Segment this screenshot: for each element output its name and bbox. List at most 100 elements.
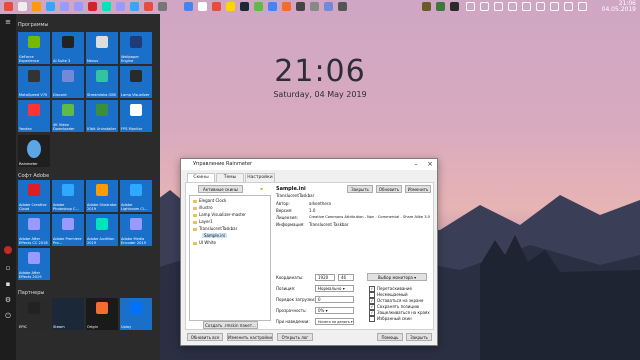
skin-refresh-button[interactable]: Обновить xyxy=(376,185,402,193)
illustrator-icon[interactable] xyxy=(32,2,41,11)
start-tile[interactable]: Adobe Creative Cloud xyxy=(18,180,50,212)
app-icon[interactable] xyxy=(18,2,27,11)
start-tile[interactable]: Uplay xyxy=(120,298,152,330)
document-icon[interactable]: ▫ xyxy=(4,264,12,272)
app-icon[interactable] xyxy=(338,2,347,11)
start-tile[interactable]: Streamlabs OBS xyxy=(86,66,118,98)
app-icon[interactable] xyxy=(158,2,167,11)
start-tile[interactable]: Yandex xyxy=(18,100,50,132)
help-button[interactable]: Помощь xyxy=(377,333,403,341)
avatar[interactable] xyxy=(4,246,12,254)
volume-icon[interactable] xyxy=(564,2,573,11)
skin-edit-button[interactable]: Изменить xyxy=(405,185,431,193)
start-tile[interactable]: IObit Uninstaller xyxy=(86,100,118,132)
skin-close-button[interactable]: Закрыть xyxy=(347,185,373,193)
window-titlebar[interactable]: Управление Rainmeter – × xyxy=(181,159,437,170)
tray-icon[interactable] xyxy=(494,2,503,11)
app-icon[interactable] xyxy=(4,2,13,11)
network-icon[interactable] xyxy=(550,2,559,11)
picture-icon[interactable]: ▪ xyxy=(4,280,12,288)
app-icon[interactable] xyxy=(296,2,305,11)
app-icon[interactable] xyxy=(310,2,319,11)
folder-icon[interactable]: ▰ xyxy=(260,186,263,191)
language-icon[interactable] xyxy=(578,2,587,11)
tray-app-icon[interactable] xyxy=(422,2,431,11)
start-tile[interactable]: Adobe Photoshop C... xyxy=(52,180,84,212)
create-rmskin-button[interactable]: Создать .rmskin пакет... xyxy=(203,321,258,329)
tree-item[interactable]: Layer1 xyxy=(193,219,213,224)
active-skins-dropdown[interactable]: Активные скины xyxy=(198,185,243,193)
audition-icon[interactable] xyxy=(102,2,111,11)
monitor-select-button[interactable]: Выбор монитора ▾ xyxy=(367,273,427,281)
app-icon[interactable] xyxy=(226,2,235,11)
discord-icon[interactable] xyxy=(324,2,333,11)
tray-clock[interactable]: 21:06 04.05.2019 xyxy=(602,1,636,13)
tray-icon[interactable] xyxy=(508,2,517,11)
premiere-icon[interactable] xyxy=(74,2,83,11)
start-tile[interactable]: 4K Video Downloader xyxy=(52,100,84,132)
coord-x-input[interactable]: 1920 xyxy=(315,274,335,281)
transparency-select[interactable]: 0% ▾ xyxy=(315,307,354,314)
start-tile[interactable]: MotoSpeed V70 xyxy=(18,66,50,98)
tree-item[interactable]: Lamp Visualizer-master xyxy=(193,212,246,217)
start-tile[interactable]: FPS Monitor xyxy=(120,100,152,132)
tray-icon[interactable] xyxy=(536,2,545,11)
refresh-all-button[interactable]: Обновить все xyxy=(187,333,223,341)
adobe-icon[interactable] xyxy=(88,2,97,11)
coord-y-input[interactable]: 46 xyxy=(338,274,354,281)
start-tile[interactable]: Adobe Premiere Pro... xyxy=(52,214,84,246)
tray-icon[interactable] xyxy=(522,2,531,11)
start-tile[interactable]: Adobe Audition 2019 xyxy=(86,214,118,246)
start-tile[interactable]: Adobe Lightroom Cl... xyxy=(120,180,152,212)
chrome-icon[interactable] xyxy=(184,2,193,11)
start-tile[interactable]: Adobe Media Encoder 2019 xyxy=(120,214,152,246)
on-hover-select[interactable]: Ничего не делать ▾ xyxy=(315,318,354,325)
tray-app-icon[interactable] xyxy=(450,2,459,11)
power-icon[interactable]: ⏻ xyxy=(4,312,12,320)
start-tile[interactable]: Steam xyxy=(52,298,84,330)
after-effects-icon[interactable] xyxy=(60,2,69,11)
start-tile[interactable]: Adobe Illustrator 2019 xyxy=(86,180,118,212)
start-tile[interactable]: EPIC xyxy=(18,298,50,330)
start-tile[interactable]: Rainmeter xyxy=(18,135,50,167)
tree-item[interactable]: illustro xyxy=(193,205,213,210)
position-select[interactable]: Нормально ▾ xyxy=(315,285,354,292)
photoshop-icon[interactable] xyxy=(46,2,55,11)
tray-icon[interactable] xyxy=(480,2,489,11)
open-log-button[interactable]: Открыть лог xyxy=(277,333,313,341)
tree-item[interactable]: UI White xyxy=(193,240,216,245)
tray-app-icon[interactable] xyxy=(436,2,445,11)
close-window-button[interactable]: Закрыть xyxy=(406,333,432,341)
start-tile[interactable]: Lamp Visualizer xyxy=(120,66,152,98)
tile-label: MotoSpeed V70 xyxy=(19,93,48,97)
steam-icon[interactable] xyxy=(240,2,249,11)
origin-icon[interactable] xyxy=(282,2,291,11)
app-icon[interactable] xyxy=(144,2,153,11)
gear-icon[interactable]: ⚙ xyxy=(4,296,12,304)
start-tile[interactable]: GeForce Experience xyxy=(18,32,50,64)
tree-item[interactable]: TranslucentTaskbar xyxy=(193,226,237,231)
start-tile[interactable]: Discord xyxy=(52,66,84,98)
minimize-button[interactable]: – xyxy=(409,159,423,170)
edit-settings-button[interactable]: Изменить настройки xyxy=(227,333,273,341)
app-icon[interactable] xyxy=(212,2,221,11)
lightroom-icon[interactable] xyxy=(130,2,139,11)
tree-item-selected[interactable]: Sample.ini xyxy=(202,233,228,238)
start-tile[interactable]: Adobe After Effects 2019 xyxy=(18,248,50,280)
start-tile[interactable]: Origin xyxy=(86,298,118,330)
skins-tree[interactable]: Elegant Clock illustro Lamp Visualizer-m… xyxy=(189,195,271,321)
start-tile[interactable]: Nexus xyxy=(86,32,118,64)
load-order-input[interactable]: 0 xyxy=(315,296,354,303)
tree-item[interactable]: Elegant Clock xyxy=(193,198,226,203)
checkbox-favorite[interactable]: Избранный скин xyxy=(369,316,412,322)
app-icon[interactable] xyxy=(254,2,263,11)
app-icon[interactable] xyxy=(268,2,277,11)
hamburger-icon[interactable]: ≡ xyxy=(4,18,12,26)
close-button[interactable]: × xyxy=(423,159,437,170)
start-tile[interactable]: Adobe After Effects CC 2018 xyxy=(18,214,50,246)
media-encoder-icon[interactable] xyxy=(116,2,125,11)
start-tile[interactable]: Wallpaper Engine xyxy=(120,32,152,64)
start-tile[interactable]: AI Suite 3 xyxy=(52,32,84,64)
app-icon[interactable] xyxy=(198,2,207,11)
tray-icon[interactable] xyxy=(466,2,475,11)
